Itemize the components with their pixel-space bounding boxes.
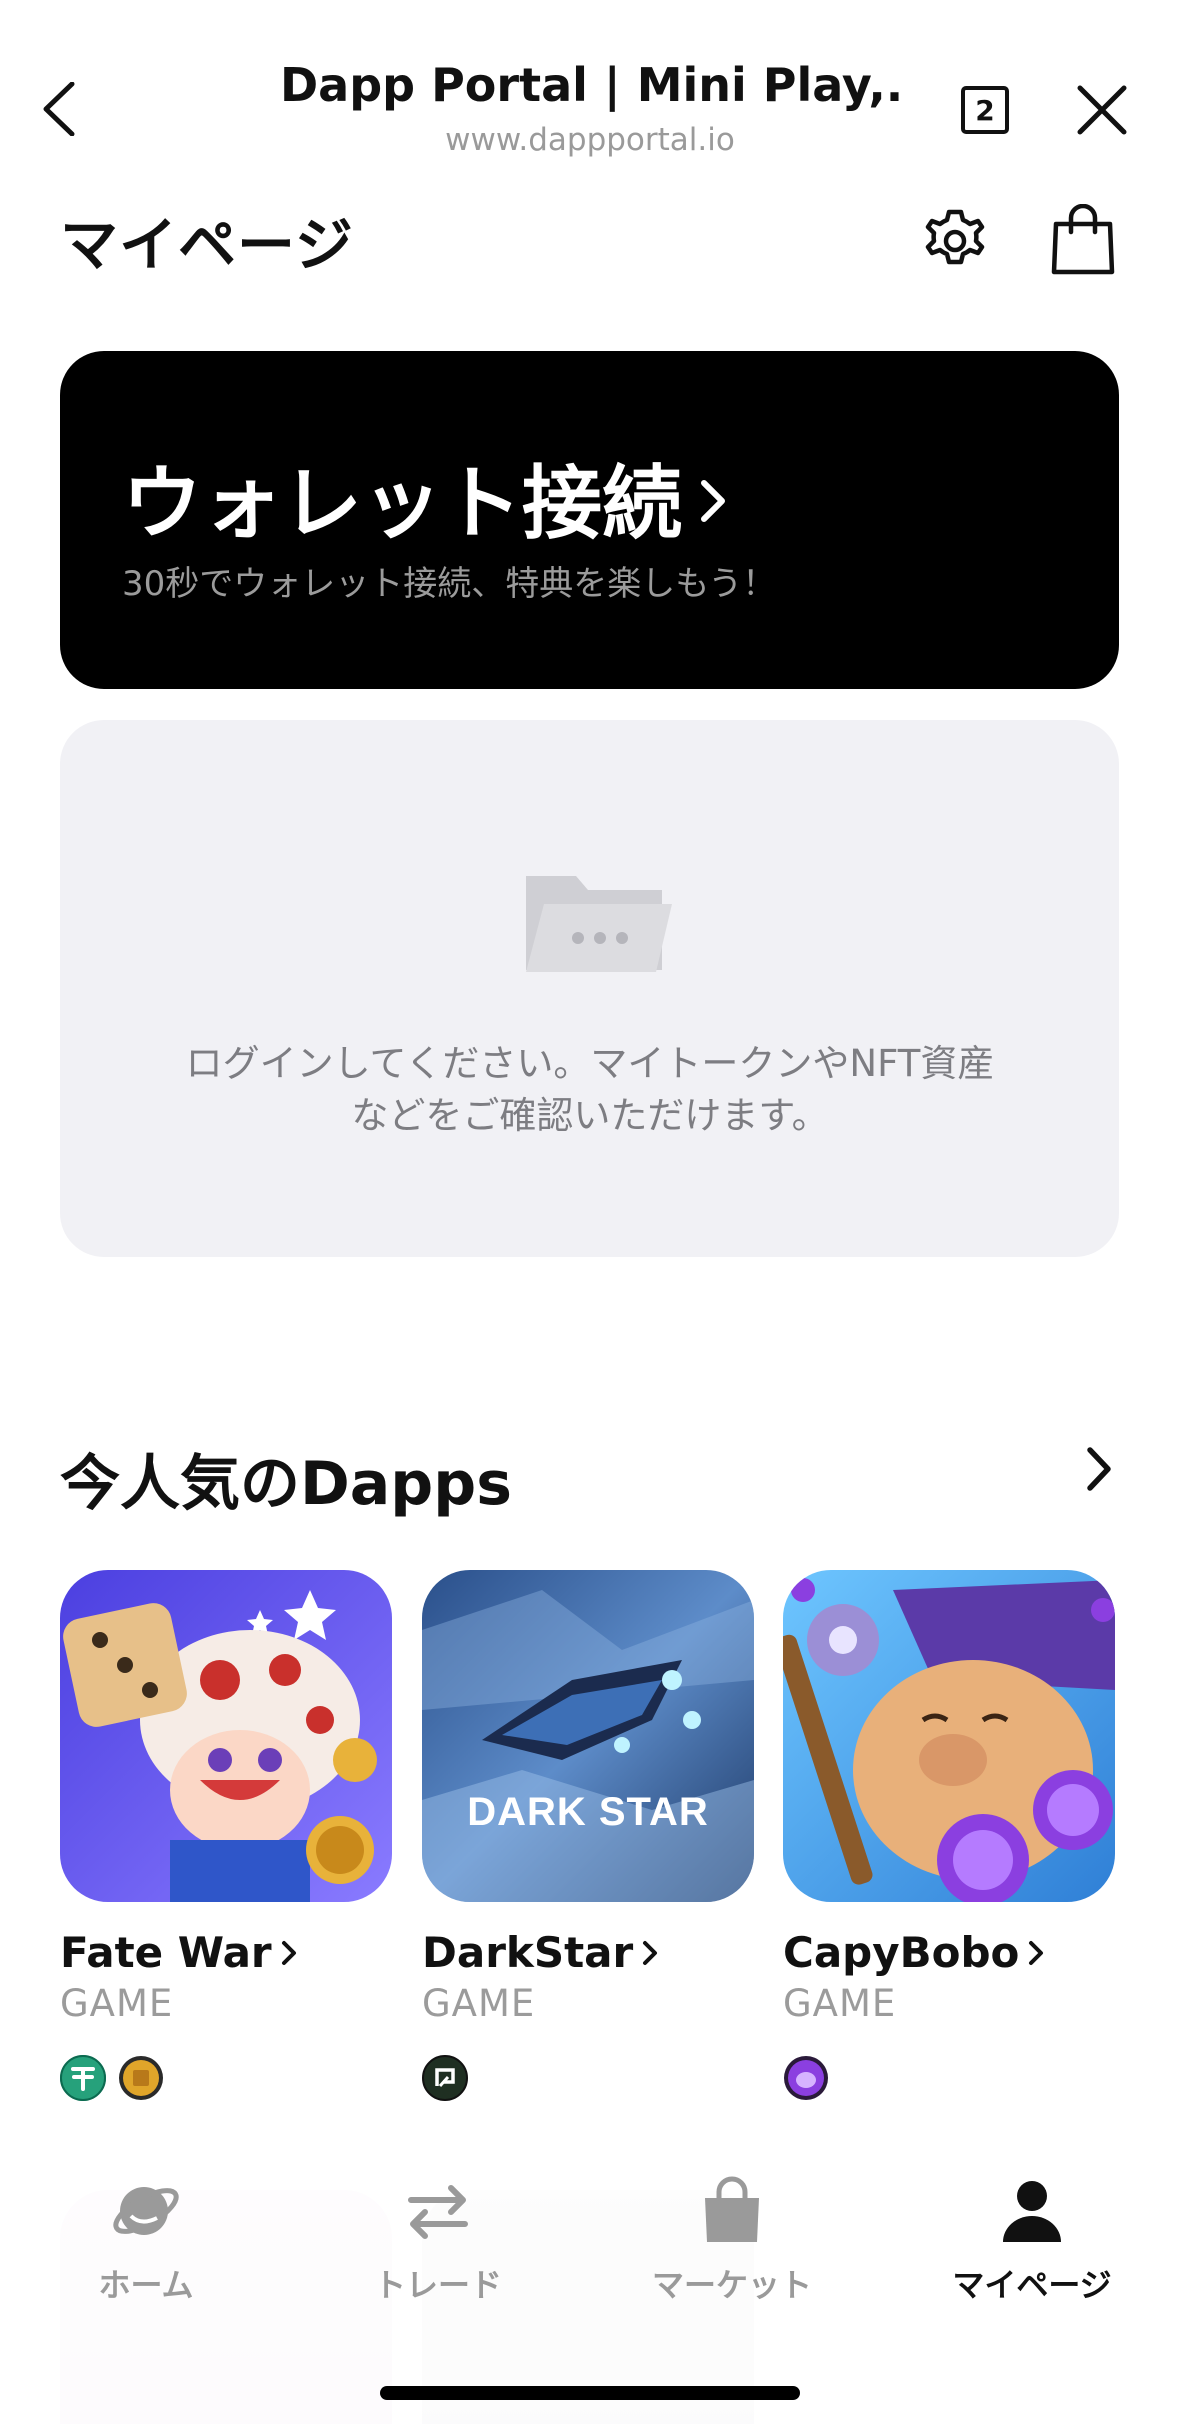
- darkstar-name[interactable]: DarkStar: [422, 1928, 659, 1977]
- fate-war-thumbnail: [60, 1570, 392, 1902]
- fate-war-tokens: [60, 2055, 164, 2101]
- folder-icon: [516, 868, 672, 980]
- page-title: マイページ: [60, 211, 354, 279]
- darkstar-tokens: [422, 2055, 468, 2101]
- dapp-card-fate-war[interactable]: Fate War GAME: [60, 1570, 392, 2101]
- darkstar-logo-text: DARK STAR: [467, 1790, 709, 1834]
- settings-gear-icon[interactable]: [920, 206, 990, 276]
- person-icon: [1003, 2181, 1061, 2242]
- see-more-chevron-icon[interactable]: [1082, 1444, 1116, 1494]
- darkstar-token-icon: [422, 2055, 468, 2101]
- chevron-right-icon: [280, 1928, 298, 1977]
- wallet-connect-label: ウォレット接続: [122, 457, 682, 550]
- capybobo-name[interactable]: CapyBobo: [783, 1928, 1045, 1977]
- fate-war-category: GAME: [60, 1982, 174, 2025]
- popular-dapps-title: 今人気のDapps: [60, 1449, 512, 1519]
- login-prompt-card: ログインしてください。マイトークンやNFT資産 などをご確認いただけます。: [60, 720, 1119, 1257]
- tether-token-icon: [60, 2055, 106, 2101]
- nav-label-mypage: マイページ: [952, 2266, 1112, 2304]
- nav-item-mypage[interactable]: マイページ: [912, 2176, 1152, 2306]
- chevron-right-icon: [1027, 1928, 1045, 1977]
- capybobo-token-icon: [783, 2055, 829, 2101]
- tab-count-button[interactable]: 2: [961, 86, 1009, 134]
- shopping-bag-icon[interactable]: [1050, 203, 1116, 276]
- wallet-connect-card[interactable]: ウォレット接続 30秒でウォレット接続、特典を楽しもう！: [60, 351, 1119, 689]
- wallet-connect-title: ウォレット接続: [122, 439, 730, 555]
- nav-item-market[interactable]: マーケット: [612, 2176, 852, 2306]
- nav-label-home: ホーム: [98, 2266, 194, 2304]
- nav-label-trade: トレード: [373, 2266, 502, 2304]
- capybobo-name-label: CapyBobo: [783, 1928, 1020, 1977]
- capybobo-category: GAME: [783, 1982, 897, 2025]
- fate-war-name-label: Fate War: [60, 1928, 272, 1977]
- nav-item-trade[interactable]: トレード: [318, 2176, 558, 2306]
- capybobo-thumbnail: [783, 1570, 1115, 1902]
- chevron-right-icon: [696, 451, 730, 544]
- shopping-bag-icon: [705, 2176, 759, 2242]
- dapp-card-capybobo[interactable]: CapyBobo GAME: [783, 1570, 1115, 2100]
- login-message-line1: ログインしてください。マイトークンやNFT資産: [185, 1042, 995, 1085]
- swap-arrows-icon: [408, 2185, 468, 2239]
- fate-war-name[interactable]: Fate War: [60, 1928, 298, 1977]
- wallet-connect-subtitle: 30秒でウォレット接続、特典を楽しもう！: [122, 564, 777, 604]
- darkstar-name-label: DarkStar: [422, 1928, 634, 1977]
- login-message-line2: などをご確認いただけます。: [351, 1094, 829, 1137]
- login-message: ログインしてください。マイトークンやNFT資産 などをご確認いただけます。: [180, 1038, 1000, 1142]
- close-icon[interactable]: [1076, 84, 1128, 136]
- home-planet-icon: [113, 2187, 179, 2235]
- nav-item-home[interactable]: ホーム: [26, 2176, 266, 2306]
- browser-url: www.dappportal.io: [445, 122, 735, 158]
- darkstar-category: GAME: [422, 1982, 536, 2025]
- nav-label-market: マーケット: [651, 2266, 812, 2304]
- gold-coin-token-icon: [118, 2055, 164, 2101]
- browser-page-title: Dapp Portal | Mini Play,...: [280, 58, 900, 112]
- dapp-card-darkstar[interactable]: DARK STAR DarkStar GAME: [422, 1570, 754, 2101]
- home-indicator: [380, 2386, 800, 2400]
- back-icon[interactable]: [40, 81, 80, 137]
- chevron-right-icon: [641, 1928, 659, 1977]
- darkstar-thumbnail: DARK STAR: [422, 1570, 754, 1902]
- capybobo-tokens: [783, 2055, 829, 2101]
